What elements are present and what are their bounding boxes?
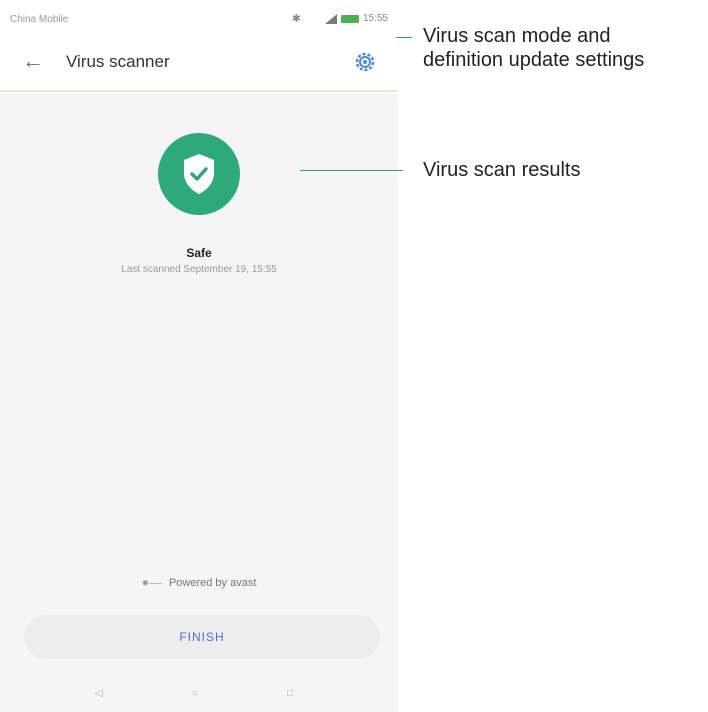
callout-line-settings bbox=[396, 37, 412, 38]
signal-icon bbox=[323, 13, 337, 24]
powered-by: ✸── Powered by avast bbox=[0, 577, 398, 589]
last-scanned-text: Last scanned September 19, 15:55 bbox=[121, 264, 277, 275]
app-bar-divider bbox=[0, 90, 398, 92]
clock: 15:55 bbox=[362, 13, 388, 24]
back-arrow-icon[interactable]: ← bbox=[22, 50, 44, 72]
callout-results: Virus scan results bbox=[423, 159, 581, 181]
phone-screen: China Mobile ✱ 15:55 ← Virus scanner Saf… bbox=[0, 0, 398, 712]
navigation-bar: ◁ ○ □ bbox=[0, 680, 398, 712]
gear-icon[interactable] bbox=[352, 49, 378, 75]
battery-icon bbox=[340, 14, 359, 23]
callout-line-results bbox=[300, 170, 403, 171]
avast-logo-icon: ✸── bbox=[141, 577, 162, 588]
nav-recent-icon[interactable]: □ bbox=[287, 688, 293, 699]
nav-home-icon[interactable]: ○ bbox=[192, 688, 198, 699]
page-title: Virus scanner bbox=[66, 52, 170, 71]
callout-settings: Virus scan mode and definition update se… bbox=[423, 24, 644, 72]
app-bar: ← Virus scanner bbox=[0, 44, 398, 84]
carrier-label: China Mobile bbox=[10, 14, 69, 25]
bluetooth-icon: ✱ bbox=[291, 13, 301, 25]
finish-button[interactable]: FINISH bbox=[24, 615, 380, 659]
callout-settings-line1: Virus scan mode and bbox=[423, 25, 611, 47]
scan-status-text: Safe bbox=[186, 246, 212, 260]
shield-check-icon bbox=[184, 154, 214, 194]
status-bar: China Mobile ✱ 15:55 bbox=[0, 0, 398, 30]
status-icons: ✱ 15:55 bbox=[292, 12, 388, 25]
callout-settings-line2: definition update settings bbox=[423, 49, 645, 71]
powered-by-label: Powered by avast bbox=[168, 577, 257, 589]
safe-status-circle bbox=[158, 133, 240, 215]
nav-back-icon[interactable]: ◁ bbox=[95, 688, 103, 699]
